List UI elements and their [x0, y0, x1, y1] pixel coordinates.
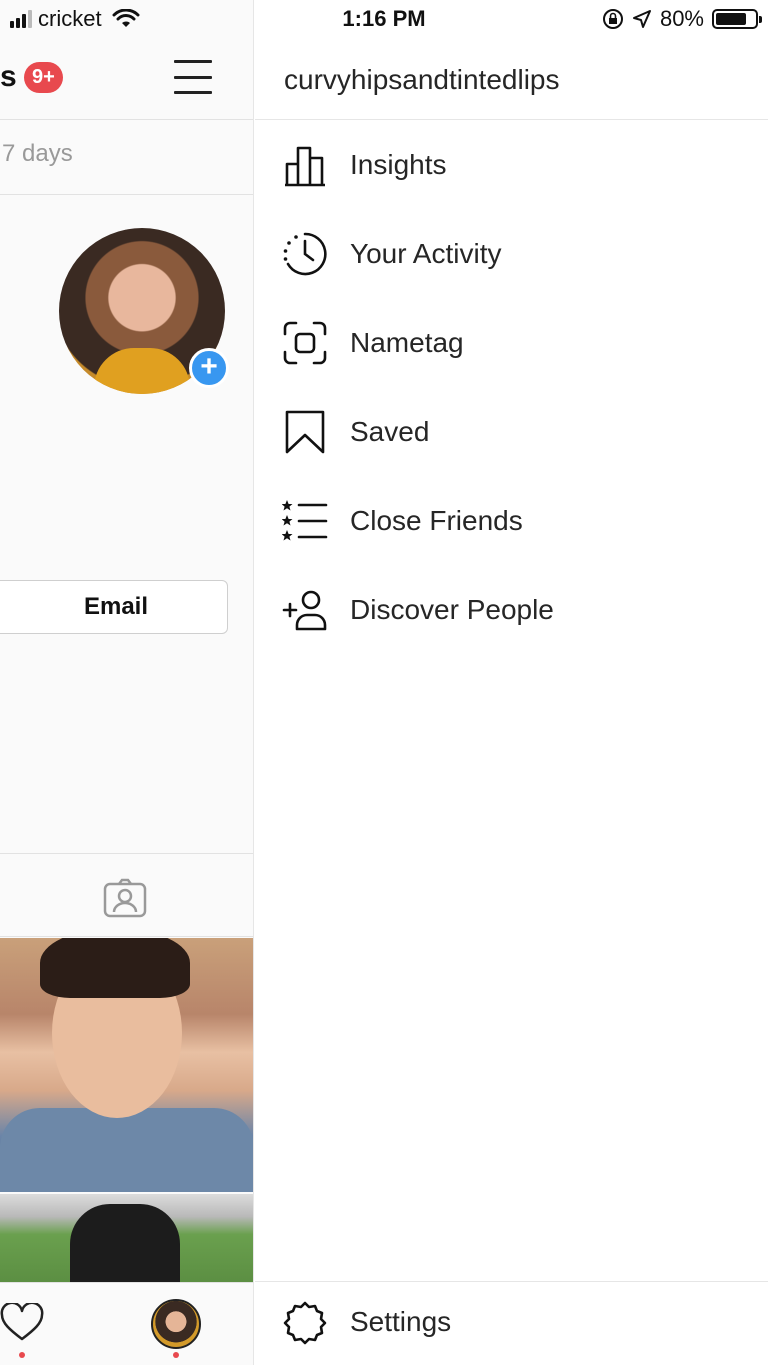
gear-icon — [283, 1301, 327, 1345]
menu-item-settings[interactable]: Settings — [255, 1281, 768, 1365]
menu-item-close-friends[interactable]: Close Friends — [255, 476, 768, 565]
menu-item-nametag[interactable]: Nametag — [255, 298, 768, 387]
status-bar: cricket 1:16 PM 80% — [0, 0, 768, 40]
heart-icon[interactable] — [0, 1303, 44, 1343]
menu-item-label: Close Friends — [350, 504, 523, 536]
activity-dot — [19, 1352, 25, 1358]
profile-panel-background[interactable]: s 9+ 7 days + Email — [0, 0, 254, 1365]
menu-item-discover-people[interactable]: Discover People — [255, 565, 768, 654]
profile-dot — [173, 1352, 179, 1358]
nametag-icon — [283, 321, 327, 364]
menu-header: curvyhipsandtintedlips — [255, 40, 768, 120]
bar-chart-icon — [285, 146, 325, 186]
email-button[interactable]: Email — [0, 580, 228, 634]
battery-fill — [716, 13, 747, 25]
settings-label: Settings — [350, 1306, 452, 1337]
menu-item-label: Nametag — [350, 326, 464, 358]
menu-item-label: Your Activity — [350, 237, 502, 269]
add-person-icon — [282, 590, 327, 630]
battery-icon — [712, 9, 762, 29]
bottom-tab-bar — [0, 1282, 253, 1365]
post-thumbnail[interactable] — [0, 938, 253, 1192]
rotation-lock-icon — [602, 9, 623, 29]
menu-item-your-activity[interactable]: Your Activity — [255, 209, 768, 298]
profile-header: s 9+ — [0, 40, 253, 120]
menu-item-saved[interactable]: Saved — [255, 387, 768, 476]
close-friends-list-icon — [282, 499, 328, 540]
profile-title-fragment: s — [0, 60, 17, 93]
post-thumbnail[interactable] — [0, 1194, 253, 1284]
username: curvyhipsandtintedlips — [284, 64, 560, 95]
days-text: 7 days — [2, 140, 73, 167]
tagged-photos-icon[interactable] — [103, 878, 147, 918]
tagged-tab[interactable] — [0, 853, 253, 937]
hamburger-menu-icon[interactable] — [174, 60, 212, 94]
notification-badge: 9+ — [24, 62, 63, 93]
activity-clock-icon — [283, 232, 327, 275]
menu-item-label: Discover People — [350, 593, 554, 625]
location-arrow-icon — [632, 10, 651, 28]
profile-tab-avatar[interactable] — [151, 1299, 201, 1349]
add-story-icon[interactable]: + — [189, 348, 229, 388]
battery-percent: 80% — [659, 6, 704, 31]
options-menu: curvyhipsandtintedlips Insights Your Act… — [255, 0, 768, 1365]
days-row: 7 days — [0, 120, 253, 195]
menu-item-label: Insights — [350, 148, 447, 180]
menu-item-insights[interactable]: Insights — [255, 120, 768, 209]
bookmark-icon — [285, 410, 325, 453]
menu-item-label: Saved — [350, 415, 430, 447]
status-right: 80% — [602, 6, 762, 32]
